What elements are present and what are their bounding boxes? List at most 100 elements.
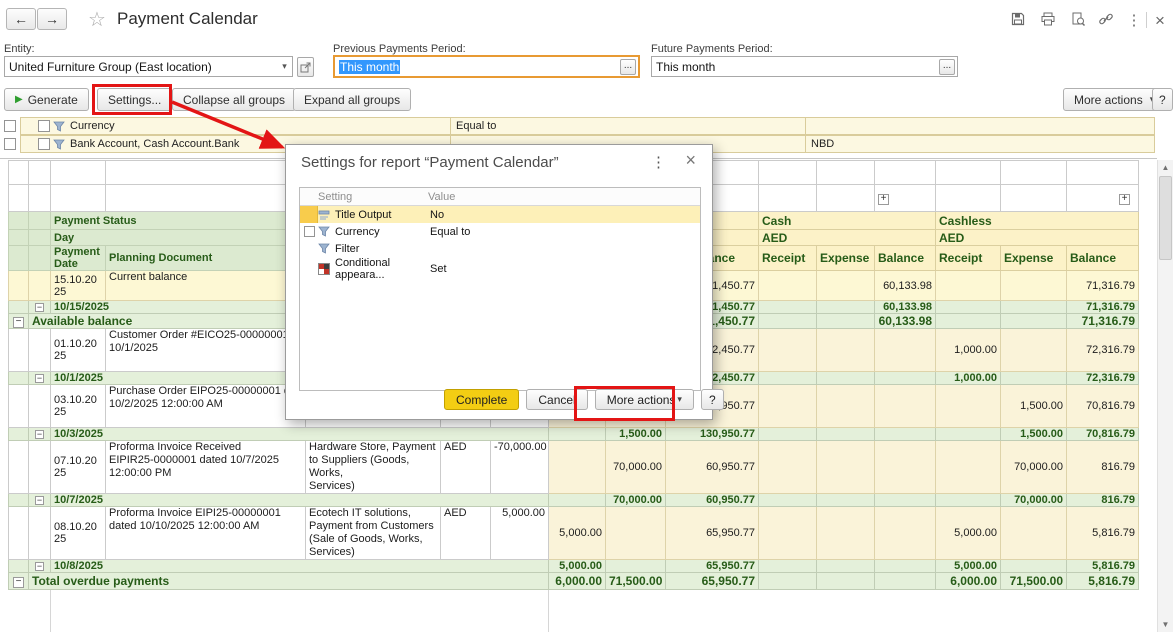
filter-use-checkbox[interactable] <box>38 120 50 132</box>
cell-cashless-expense[interactable]: 70,000.00 <box>1001 441 1067 494</box>
cell-total-receipt[interactable]: 6,000.00 <box>549 573 606 590</box>
filter-value-bank-account[interactable]: NBD <box>805 135 1155 153</box>
cell-cashless-expense[interactable]: 1,500.00 <box>1001 428 1067 441</box>
scroll-up-icon[interactable]: ▲ <box>1158 160 1173 175</box>
cell-cashless-balance[interactable]: 71,316.79 <box>1067 271 1139 301</box>
cell-description[interactable]: Hardware Store, Payment to Suppliers (Go… <box>306 441 441 494</box>
cell-cashless-balance[interactable]: 5,816.79 <box>1067 507 1139 560</box>
filter-condition-currency[interactable]: Equal to <box>450 117 806 135</box>
entity-input[interactable]: United Furniture Group (East location) ▾ <box>4 56 293 77</box>
save-icon[interactable] <box>1008 11 1028 31</box>
header-cash-balance[interactable]: Balance <box>875 246 936 271</box>
favorite-star-icon[interactable]: ☆ <box>88 7 106 32</box>
cell-payment-date[interactable]: 03.10.2025 <box>51 385 106 428</box>
cell-planning-document[interactable]: Customer Order #EICO25-00000001 f 10/1/2… <box>106 329 306 372</box>
cell-planning-document[interactable]: Current balance <box>106 271 306 301</box>
cell-total-balance[interactable]: 65,950.77 <box>666 507 759 560</box>
complete-button[interactable]: Complete <box>444 389 519 410</box>
dialog-close-icon[interactable]: × <box>685 150 696 171</box>
link-icon[interactable] <box>1096 11 1116 31</box>
entity-open-button[interactable] <box>297 57 314 77</box>
cell-total-receipt[interactable]: 5,000.00 <box>549 560 606 573</box>
cell-planning-document[interactable]: Purchase Order EIPO25-00000001 da 10/2/2… <box>106 385 306 428</box>
cell-cash-balance[interactable]: 60,133.98 <box>875 301 936 314</box>
header-currency-cash[interactable]: AED <box>759 230 936 246</box>
cell-cashless-balance[interactable]: 5,816.79 <box>1067 573 1139 590</box>
setting-checkbox[interactable] <box>304 226 315 237</box>
header-cash-expense[interactable]: Expense <box>817 246 875 271</box>
cell-total-balance[interactable]: 65,950.77 <box>666 573 759 590</box>
header-cashless-expense[interactable]: Expense <box>1001 246 1067 271</box>
cell-payment-date[interactable]: 08.10.2025 <box>51 507 106 560</box>
header-payment-status[interactable]: Payment Status <box>51 212 306 230</box>
group-label[interactable]: 10/7/2025 <box>51 494 549 507</box>
expand-cash-columns-button[interactable]: + <box>878 194 889 205</box>
preview-icon[interactable] <box>1068 11 1088 31</box>
cell-payment-date[interactable]: 01.10.2025 <box>51 329 106 372</box>
collapse-group-button[interactable]: − <box>35 496 44 505</box>
previous-period-input[interactable]: This month ... <box>333 55 640 78</box>
header-day[interactable]: Day <box>51 230 306 246</box>
cell-total-balance[interactable]: 60,950.77 <box>666 441 759 494</box>
cell-amount[interactable]: 5,000.00 <box>491 507 549 560</box>
cell-amount[interactable]: -70,000.00 <box>491 441 549 494</box>
setting-row-currency[interactable]: Currency Equal to <box>300 223 700 240</box>
back-button[interactable]: ← <box>6 8 36 30</box>
header-cashless-balance[interactable]: Balance <box>1067 246 1139 271</box>
cell-total-expense[interactable]: 1,500.00 <box>606 428 666 441</box>
generate-button[interactable]: ▶Generate <box>4 88 89 111</box>
cell-cashless-balance[interactable]: 70,816.79 <box>1067 385 1139 428</box>
setting-row-conditional-appearance[interactable]: Conditional appeara... Set <box>300 257 700 274</box>
cell-total-balance[interactable]: 130,950.77 <box>666 428 759 441</box>
cell-cashless-balance[interactable]: 70,816.79 <box>1067 428 1139 441</box>
header-cashless-receipt[interactable]: Receipt <box>936 246 1001 271</box>
future-period-input[interactable]: This month ... <box>651 56 958 77</box>
vertical-scrollbar[interactable]: ▲ ▼ <box>1157 160 1173 632</box>
cell-total-expense[interactable]: 71,500.00 <box>606 573 666 590</box>
cell-cash-balance[interactable]: 60,133.98 <box>875 314 936 329</box>
cell-cashless-balance[interactable]: 5,816.79 <box>1067 560 1139 573</box>
collapse-section-button[interactable]: − <box>13 317 24 328</box>
scrollbar-thumb[interactable] <box>1159 176 1172 260</box>
cell-cashless-balance[interactable]: 816.79 <box>1067 441 1139 494</box>
scroll-down-icon[interactable]: ▼ <box>1158 617 1173 632</box>
cell-cashless-balance[interactable]: 71,316.79 <box>1067 301 1139 314</box>
cell-cashless-receipt[interactable]: 5,000.00 <box>936 507 1001 560</box>
more-actions-button[interactable]: More actions▾ <box>1063 88 1165 111</box>
filter-use-checkbox[interactable] <box>38 138 50 150</box>
forward-button[interactable]: → <box>37 8 67 30</box>
group-label[interactable]: 10/8/2025 <box>51 560 549 573</box>
dialog-menu-icon[interactable]: ⋮ <box>651 153 666 171</box>
cell-cashless-expense[interactable]: 70,000.00 <box>1001 494 1067 507</box>
previous-period-choose-button[interactable]: ... <box>620 59 636 75</box>
cell-cashless-balance[interactable]: 71,316.79 <box>1067 314 1139 329</box>
cell-planning-document[interactable]: Proforma Invoice Received EIPIR25-000000… <box>106 441 306 494</box>
cell-planning-document[interactable]: Proforma Invoice EIPI25-00000001 dated 1… <box>106 507 306 560</box>
expand-all-groups-button[interactable]: Expand all groups <box>293 88 411 111</box>
cell-cashless-balance[interactable]: 72,316.79 <box>1067 372 1139 385</box>
collapse-group-button[interactable]: − <box>35 374 44 383</box>
header-cash-receipt[interactable]: Receipt <box>759 246 817 271</box>
help-button[interactable]: ? <box>1152 88 1173 111</box>
header-payment-date[interactable]: Payment Date <box>51 246 106 271</box>
filter-value-currency[interactable] <box>805 117 1155 135</box>
cell-cashless-expense[interactable]: 71,500.00 <box>1001 573 1067 590</box>
cell-total-receipt[interactable]: 5,000.00 <box>549 507 606 560</box>
cell-cashless-receipt[interactable]: 6,000.00 <box>936 573 1001 590</box>
entity-dropdown-icon[interactable]: ▾ <box>277 61 292 72</box>
cell-total-expense[interactable]: 70,000.00 <box>606 494 666 507</box>
cell-cashless-balance[interactable]: 72,316.79 <box>1067 329 1139 372</box>
collapse-group-button[interactable]: − <box>35 303 44 312</box>
cell-currency[interactable]: AED <box>441 507 491 560</box>
cell-cashless-expense[interactable]: 1,500.00 <box>1001 385 1067 428</box>
cell-cash-balance[interactable]: 60,133.98 <box>875 271 936 301</box>
cell-description[interactable]: Ecotech IT solutions, Payment from Custo… <box>306 507 441 560</box>
cell-cashless-receipt[interactable]: 1,000.00 <box>936 372 1001 385</box>
cell-cashless-receipt[interactable]: 5,000.00 <box>936 560 1001 573</box>
close-icon[interactable]: × <box>1150 11 1170 31</box>
header-cash-group[interactable]: Cash <box>759 212 936 230</box>
header-cashless-group[interactable]: Cashless <box>936 212 1139 230</box>
cell-cashless-balance[interactable]: 816.79 <box>1067 494 1139 507</box>
dialog-help-button[interactable]: ? <box>701 389 724 410</box>
expand-cashless-columns-button[interactable]: + <box>1119 194 1130 205</box>
